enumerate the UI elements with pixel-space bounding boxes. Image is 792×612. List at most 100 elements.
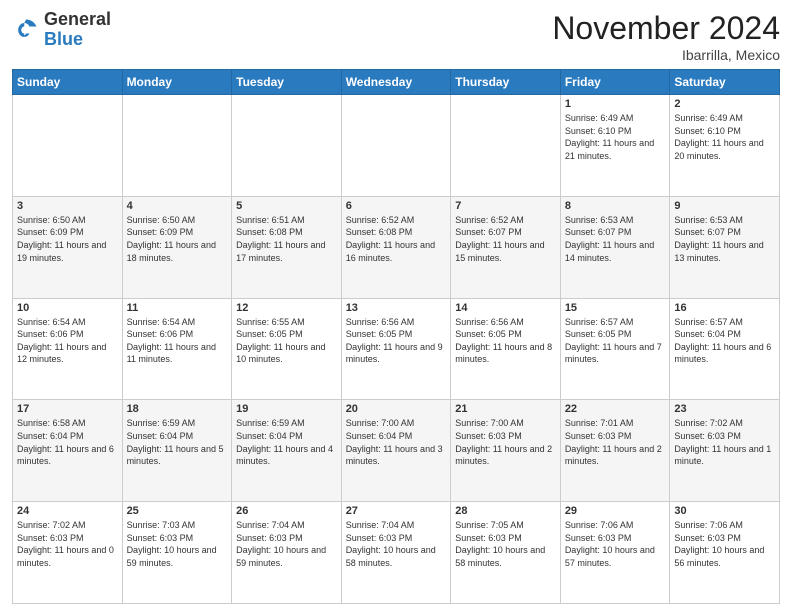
calendar-page: General Blue November 2024 Ibarrilla, Me… <box>0 0 792 612</box>
calendar-cell: 22 Sunrise: 7:01 AMSunset: 6:03 PMDayligh… <box>560 400 670 502</box>
day-number: 14 <box>455 302 556 314</box>
day-number: 3 <box>17 200 118 212</box>
day-info: Sunrise: 6:52 AMSunset: 6:08 PMDaylight:… <box>346 214 447 264</box>
day-info: Sunrise: 7:04 AMSunset: 6:03 PMDaylight:… <box>236 519 337 569</box>
day-number: 22 <box>565 403 666 415</box>
logo: General Blue <box>12 10 111 50</box>
day-number: 9 <box>674 200 775 212</box>
day-number: 15 <box>565 302 666 314</box>
day-info: Sunrise: 6:50 AMSunset: 6:09 PMDaylight:… <box>127 214 228 264</box>
calendar-cell: 20 Sunrise: 7:00 AMSunset: 6:04 PMDayligh… <box>341 400 451 502</box>
calendar-cell: 27 Sunrise: 7:04 AMSunset: 6:03 PMDayligh… <box>341 502 451 604</box>
day-info: Sunrise: 6:58 AMSunset: 6:04 PMDaylight:… <box>17 417 118 467</box>
day-info: Sunrise: 7:04 AMSunset: 6:03 PMDaylight:… <box>346 519 447 569</box>
calendar-cell: 9 Sunrise: 6:53 AMSunset: 6:07 PMDaylight… <box>670 196 780 298</box>
day-number: 28 <box>455 505 556 517</box>
day-info: Sunrise: 7:02 AMSunset: 6:03 PMDaylight:… <box>674 417 775 467</box>
day-number: 26 <box>236 505 337 517</box>
day-info: Sunrise: 6:51 AMSunset: 6:08 PMDaylight:… <box>236 214 337 264</box>
calendar-cell: 23 Sunrise: 7:02 AMSunset: 6:03 PMDayligh… <box>670 400 780 502</box>
calendar-table: Sunday Monday Tuesday Wednesday Thursday… <box>12 69 780 604</box>
day-info: Sunrise: 7:03 AMSunset: 6:03 PMDaylight:… <box>127 519 228 569</box>
day-info: Sunrise: 7:06 AMSunset: 6:03 PMDaylight:… <box>565 519 666 569</box>
calendar-cell: 4Sunrise: 6:50 AMSunset: 6:09 PMDaylight… <box>122 196 232 298</box>
calendar-cell: 29Sunrise: 7:06 AMSunset: 6:03 PMDayligh… <box>560 502 670 604</box>
day-number: 23 <box>674 403 775 415</box>
col-friday: Friday <box>560 70 670 95</box>
day-info: Sunrise: 7:05 AMSunset: 6:03 PMDaylight:… <box>455 519 556 569</box>
calendar-cell <box>122 95 232 197</box>
location-text: Ibarrilla, Mexico <box>552 47 780 63</box>
day-info: Sunrise: 7:00 AMSunset: 6:04 PMDaylight:… <box>346 417 447 467</box>
calendar-cell: 1Sunrise: 6:49 AMSunset: 6:10 PMDaylight… <box>560 95 670 197</box>
day-info: Sunrise: 6:56 AMSunset: 6:05 PMDaylight:… <box>455 316 556 366</box>
calendar-cell: 10 Sunrise: 6:54 AMSunset: 6:06 PMDayligh… <box>13 298 123 400</box>
day-info: Sunrise: 7:01 AMSunset: 6:03 PMDaylight:… <box>565 417 666 467</box>
day-number: 19 <box>236 403 337 415</box>
calendar-cell: 2 Sunrise: 6:49 AMSunset: 6:10 PMDaylight… <box>670 95 780 197</box>
month-title: November 2024 <box>552 10 780 47</box>
day-number: 20 <box>346 403 447 415</box>
day-number: 10 <box>17 302 118 314</box>
calendar-cell: 11 Sunrise: 6:54 AMSunset: 6:06 PMDayligh… <box>122 298 232 400</box>
logo-general-text: General <box>44 9 111 29</box>
calendar-week-2: 3 Sunrise: 6:50 AMSunset: 6:09 PMDaylight… <box>13 196 780 298</box>
day-info: Sunrise: 6:55 AMSunset: 6:05 PMDaylight:… <box>236 316 337 366</box>
day-info: Sunrise: 7:06 AMSunset: 6:03 PMDaylight:… <box>674 519 775 569</box>
day-number: 25 <box>127 505 228 517</box>
day-info: Sunrise: 6:49 AMSunset: 6:10 PMDaylight:… <box>674 112 775 162</box>
calendar-cell: 8 Sunrise: 6:53 AMSunset: 6:07 PMDaylight… <box>560 196 670 298</box>
calendar-cell: 15 Sunrise: 6:57 AMSunset: 6:05 PMDayligh… <box>560 298 670 400</box>
col-wednesday: Wednesday <box>341 70 451 95</box>
day-number: 7 <box>455 200 556 212</box>
day-info: Sunrise: 6:54 AMSunset: 6:06 PMDaylight:… <box>127 316 228 366</box>
day-info: Sunrise: 6:57 AMSunset: 6:04 PMDaylight:… <box>674 316 775 366</box>
calendar-cell: 3 Sunrise: 6:50 AMSunset: 6:09 PMDaylight… <box>13 196 123 298</box>
day-number: 27 <box>346 505 447 517</box>
calendar-week-4: 17 Sunrise: 6:58 AMSunset: 6:04 PMDayligh… <box>13 400 780 502</box>
day-info: Sunrise: 7:02 AMSunset: 6:03 PMDaylight:… <box>17 519 118 569</box>
day-number: 17 <box>17 403 118 415</box>
calendar-cell: 25 Sunrise: 7:03 AMSunset: 6:03 PMDayligh… <box>122 502 232 604</box>
col-thursday: Thursday <box>451 70 561 95</box>
calendar-cell: 19 Sunrise: 6:59 AMSunset: 6:04 PMDayligh… <box>232 400 342 502</box>
day-number: 21 <box>455 403 556 415</box>
col-monday: Monday <box>122 70 232 95</box>
col-saturday: Saturday <box>670 70 780 95</box>
day-number: 30 <box>674 505 775 517</box>
day-info: Sunrise: 6:59 AMSunset: 6:04 PMDaylight:… <box>127 417 228 467</box>
day-number: 8 <box>565 200 666 212</box>
day-info: Sunrise: 6:50 AMSunset: 6:09 PMDaylight:… <box>17 214 118 264</box>
calendar-cell <box>341 95 451 197</box>
day-number: 12 <box>236 302 337 314</box>
day-info: Sunrise: 6:54 AMSunset: 6:06 PMDaylight:… <box>17 316 118 366</box>
day-info: Sunrise: 6:57 AMSunset: 6:05 PMDaylight:… <box>565 316 666 366</box>
col-sunday: Sunday <box>13 70 123 95</box>
calendar-cell: 26 Sunrise: 7:04 AMSunset: 6:03 PMDayligh… <box>232 502 342 604</box>
calendar-cell: 28 Sunrise: 7:05 AMSunset: 6:03 PMDayligh… <box>451 502 561 604</box>
calendar-cell <box>232 95 342 197</box>
day-number: 5 <box>236 200 337 212</box>
day-number: 1 <box>565 98 666 110</box>
calendar-cell: 7Sunrise: 6:52 AMSunset: 6:07 PMDaylight… <box>451 196 561 298</box>
day-number: 2 <box>674 98 775 110</box>
calendar-cell: 24 Sunrise: 7:02 AMSunset: 6:03 PMDayligh… <box>13 502 123 604</box>
calendar-cell: 6 Sunrise: 6:52 AMSunset: 6:08 PMDaylight… <box>341 196 451 298</box>
day-info: Sunrise: 6:59 AMSunset: 6:04 PMDaylight:… <box>236 417 337 467</box>
calendar-week-5: 24 Sunrise: 7:02 AMSunset: 6:03 PMDayligh… <box>13 502 780 604</box>
calendar-cell: 12 Sunrise: 6:55 AMSunset: 6:05 PMDayligh… <box>232 298 342 400</box>
day-number: 6 <box>346 200 447 212</box>
day-info: Sunrise: 6:53 AMSunset: 6:07 PMDaylight:… <box>674 214 775 264</box>
day-number: 11 <box>127 302 228 314</box>
col-tuesday: Tuesday <box>232 70 342 95</box>
calendar-header-row: Sunday Monday Tuesday Wednesday Thursday… <box>13 70 780 95</box>
calendar-cell: 14 Sunrise: 6:56 AMSunset: 6:05 PMDayligh… <box>451 298 561 400</box>
day-number: 24 <box>17 505 118 517</box>
day-info: Sunrise: 6:53 AMSunset: 6:07 PMDaylight:… <box>565 214 666 264</box>
calendar-cell: 18Sunrise: 6:59 AMSunset: 6:04 PMDayligh… <box>122 400 232 502</box>
day-number: 16 <box>674 302 775 314</box>
calendar-cell: 16 Sunrise: 6:57 AMSunset: 6:04 PMDayligh… <box>670 298 780 400</box>
calendar-cell <box>451 95 561 197</box>
calendar-cell: 21Sunrise: 7:00 AMSunset: 6:03 PMDayligh… <box>451 400 561 502</box>
calendar-cell <box>13 95 123 197</box>
